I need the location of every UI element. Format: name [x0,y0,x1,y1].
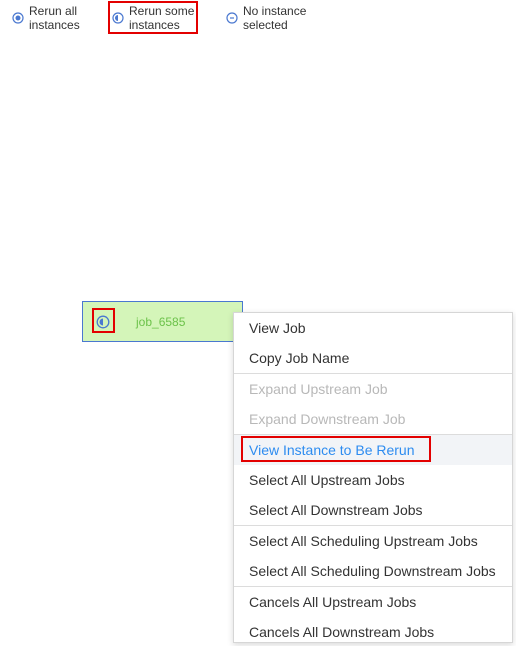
legend-rerun-all-label: Rerun all instances [29,4,80,32]
highlight-box-node-icon [92,308,115,333]
highlight-box-menu-item [241,436,431,462]
dag-canvas[interactable]: Rerun all instances Rerun some instances… [0,0,516,646]
legend-no-instance-label: No instance selected [243,4,307,32]
menu-group: Expand Upstream Job Expand Downstream Job [234,374,512,435]
job-name: job_6585 [136,315,186,329]
menu-group: Cancels All Upstream Jobs Cancels All Dow… [234,587,512,646]
menu-item-expand-upstream-job: Expand Upstream Job [249,381,388,397]
menu-group: View Job Copy Job Name [234,313,512,374]
rerun-all-icon [12,12,24,24]
menu-item-copy-job-name[interactable]: Copy Job Name [234,343,512,373]
menu-item-expand-downstream-job: Expand Downstream Job [249,411,406,427]
menu-item-cancels-all-downstream-jobs[interactable]: Cancels All Downstream Jobs [234,617,512,646]
menu-group: Select All Scheduling Upstream Jobs Selec… [234,526,512,587]
context-menu: View Job Copy Job Name Expand Upstream Job… [233,312,513,643]
menu-item-select-all-downstream-jobs[interactable]: Select All Downstream Jobs [234,495,512,525]
highlight-box-legend [108,1,198,34]
menu-item-select-all-scheduling-upstream-jobs[interactable]: Select All Scheduling Upstream Jobs [234,526,512,556]
menu-item-view-job[interactable]: View Job [234,313,512,343]
menu-item-select-all-scheduling-downstream-jobs[interactable]: Select All Scheduling Downstream Jobs [234,556,512,586]
menu-item-cancels-all-upstream-jobs[interactable]: Cancels All Upstream Jobs [234,587,512,617]
legend-rerun-all: Rerun all instances [12,4,80,32]
no-instance-icon [226,12,238,24]
menu-item-select-all-upstream-jobs[interactable]: Select All Upstream Jobs [234,465,512,495]
legend-no-instance: No instance selected [226,4,306,32]
